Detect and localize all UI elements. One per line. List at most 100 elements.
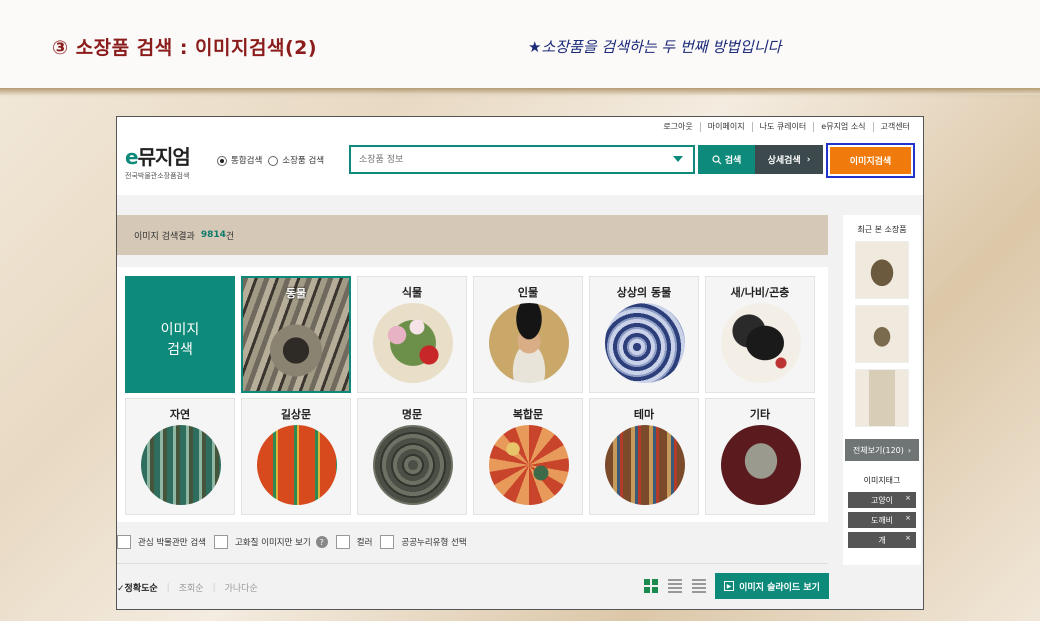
category-label: 길상문: [280, 408, 312, 421]
filter-license[interactable]: 공공누리유형 선택: [380, 535, 467, 549]
divider: [117, 563, 828, 564]
category-tile-mythical[interactable]: 상상의 동물: [589, 276, 699, 393]
search-button-label: 검색: [724, 156, 742, 166]
sort-views[interactable]: 조회순: [179, 581, 204, 594]
category-tile-insect[interactable]: 새/나비/곤충: [705, 276, 815, 393]
tag-item[interactable]: 도깨비 ×: [848, 512, 916, 528]
category-tile-plant[interactable]: 식물: [357, 276, 467, 393]
portrait-image: [489, 303, 569, 383]
close-icon[interactable]: ×: [905, 514, 911, 522]
plant-image: [373, 303, 453, 383]
category-label: 기타: [749, 408, 771, 421]
chevron-down-icon[interactable]: [673, 156, 683, 162]
close-icon[interactable]: ×: [905, 534, 911, 542]
slide-note: ★소장품을 검색하는 두 번째 방법입니다: [528, 38, 782, 56]
result-count: 9814: [200, 230, 226, 240]
search-input[interactable]: [351, 147, 651, 173]
slideshow-label: 이미지 슬라이드 보기: [739, 582, 820, 593]
logo-e: e: [125, 145, 139, 169]
logout-link[interactable]: 로그아웃: [656, 122, 699, 132]
image-search-button-highlight: 이미지검색: [826, 143, 915, 178]
tag-item[interactable]: 고양이 ×: [848, 492, 916, 508]
filter-color-label: 컬러: [356, 538, 373, 548]
view-mode-toggle: [644, 579, 706, 593]
category-label: 상상의 동물: [616, 286, 672, 299]
radio-all-search[interactable]: 통합검색: [217, 154, 262, 166]
image-search-button[interactable]: 이미지검색: [830, 147, 911, 174]
slideshow-button[interactable]: ▶ 이미지 슬라이드 보기: [715, 573, 829, 599]
pattern-image: [257, 425, 337, 505]
tag-item[interactable]: 개 ×: [848, 532, 916, 548]
mypage-link[interactable]: 마이페이지: [699, 122, 752, 132]
radio-on-icon: [217, 155, 227, 166]
category-tile-inscription[interactable]: 명문: [357, 398, 467, 515]
view-all-button[interactable]: 전체보기(120) ›: [845, 439, 919, 461]
category-label: 명문: [401, 408, 423, 421]
image-search-tile-line2: 검색: [167, 342, 193, 358]
category-tile-theme[interactable]: 테마: [589, 398, 699, 515]
category-tile-composite[interactable]: 복합문: [473, 398, 583, 515]
tag-label: 고양이: [870, 495, 894, 505]
radio-collection-search[interactable]: 소장품 검색: [268, 154, 324, 166]
category-tile-nature[interactable]: 자연: [125, 398, 235, 515]
category-grid: 이미지 검색 동물 식물 인물 상상의 동물 새/나비/곤충 자연 길상문 명문…: [117, 267, 828, 522]
recent-item[interactable]: [855, 241, 909, 299]
filter-color[interactable]: 컬러: [335, 535, 373, 549]
search-mode: 통합검색 소장품 검색: [217, 154, 324, 166]
site-logo[interactable]: e뮤지엄 전국박물관소장품검색: [125, 141, 191, 181]
detail-search-button[interactable]: 상세검색 ›: [755, 145, 823, 174]
close-icon[interactable]: ×: [905, 494, 911, 502]
butterfly-image: [721, 303, 801, 383]
filter-hd[interactable]: 고화질 이미지만 보기?: [213, 535, 328, 549]
sort-separator: |: [166, 582, 170, 593]
chevron-right-icon: ›: [806, 154, 811, 165]
radio-collection-label: 소장품 검색: [282, 156, 325, 166]
recent-title: 최근 본 소장품: [857, 225, 907, 234]
checkbox-icon: [335, 535, 350, 549]
search-button[interactable]: 검색: [698, 145, 755, 174]
dragon-image: [605, 303, 685, 383]
other-image: [721, 425, 801, 505]
result-label: 이미지 검색결과: [134, 231, 195, 242]
filter-museum[interactable]: 관심 박물관만 검색: [117, 535, 206, 549]
image-search-tile-line1: 이미지: [160, 322, 200, 338]
detail-search-label: 상세검색: [767, 156, 801, 166]
recent-item[interactable]: [855, 305, 909, 363]
radio-all-label: 통합검색: [231, 156, 263, 166]
sidebar: 최근 본 소장품 전체보기(120) › 이미지태그 고양이 × 도깨비 × 개 ×: [843, 215, 921, 565]
filter-license-label: 공공누리유형 선택: [401, 538, 467, 548]
help-icon[interactable]: ?: [315, 536, 328, 548]
checkbox-icon: [117, 535, 131, 549]
play-icon: ▶: [724, 581, 735, 591]
curator-link[interactable]: 나도 큐레이터: [751, 122, 814, 132]
chevron-right-icon: ›: [907, 445, 912, 455]
bronze-mirror-image: [373, 425, 453, 505]
tag-label: 개: [878, 535, 886, 545]
logo-text: 뮤지엄: [137, 145, 191, 169]
category-label: 동물: [285, 287, 307, 300]
filter-museum-label: 관심 박물관만 검색: [138, 538, 206, 548]
utility-links: 로그아웃 마이페이지 나도 큐레이터 e뮤지엄 소식 고객센터: [656, 122, 917, 132]
result-unit: 건: [225, 231, 235, 242]
slide-header: ③ 소장품 검색 : 이미지검색(2) ★소장품을 검색하는 두 번째 방법입니…: [0, 0, 1040, 95]
filter-hd-label: 고화질 이미지만 보기: [234, 538, 311, 548]
image-search-tile: 이미지검색: [125, 276, 235, 393]
list-view-icon[interactable]: [668, 579, 682, 593]
category-tile-other[interactable]: 기타: [705, 398, 815, 515]
detail-list-icon[interactable]: [692, 579, 706, 593]
category-tile-auspicious[interactable]: 길상문: [241, 398, 351, 515]
nature-image: [141, 425, 221, 505]
category-tile-person[interactable]: 인물: [473, 276, 583, 393]
grid-view-icon[interactable]: [644, 579, 658, 593]
support-link[interactable]: 고객센터: [872, 122, 917, 132]
category-tile-animal[interactable]: 동물: [241, 276, 351, 393]
category-label: 테마: [633, 408, 655, 421]
category-label: 인물: [517, 286, 539, 299]
sort-accuracy[interactable]: ✓정확도순: [117, 581, 158, 594]
news-link[interactable]: e뮤지엄 소식: [813, 122, 872, 132]
sort-alpha[interactable]: 가나다순: [225, 581, 258, 594]
search-box: [349, 145, 695, 174]
result-bar: 이미지 검색결과 9814 건: [117, 215, 828, 255]
recent-item[interactable]: [855, 369, 909, 427]
category-label: 복합문: [512, 408, 544, 421]
